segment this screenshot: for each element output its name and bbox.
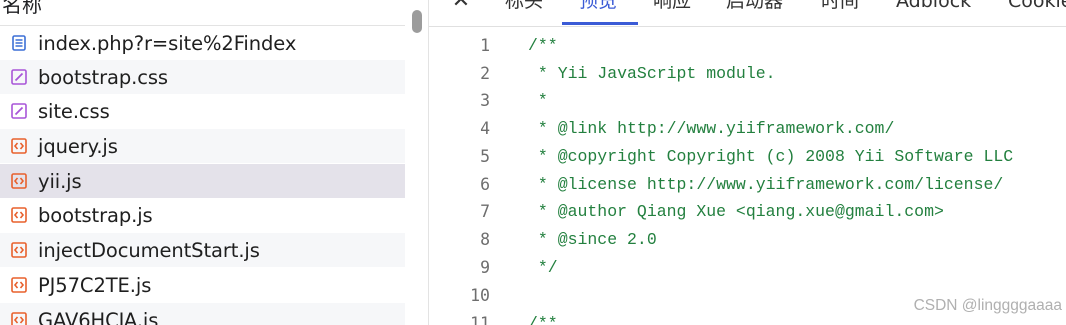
- code-line: 7 * @author Qiang Xue <qiang.xue@gmail.c…: [429, 198, 1066, 226]
- line-number: 6: [480, 175, 490, 194]
- tab-response[interactable]: 响应: [653, 0, 691, 24]
- line-text: * @copyright Copyright (c) 2008 Yii Soft…: [528, 147, 1014, 166]
- stylesheet-icon: [11, 69, 27, 85]
- line-number: 3: [480, 91, 490, 110]
- request-name: index.php?r=site%2Findex: [38, 31, 297, 55]
- code-line: 1 /**: [429, 32, 1066, 60]
- line-text: */: [528, 258, 558, 277]
- request-name: PJ57C2TE.js: [38, 273, 152, 297]
- request-row-selected[interactable]: yii.js: [0, 164, 405, 198]
- line-number: 2: [480, 64, 490, 83]
- request-row[interactable]: bootstrap.css: [0, 60, 405, 94]
- tab-initiator[interactable]: 启动器: [726, 0, 783, 24]
- preview-panel: ✕ 标头 预览 响应 启动器 时间 Adblock Cookie 1 /** 2…: [429, 0, 1066, 325]
- request-row[interactable]: injectDocumentStart.js: [0, 233, 405, 267]
- script-icon: [11, 242, 27, 258]
- line-text: * Yii JavaScript module.: [528, 64, 776, 83]
- request-name: yii.js: [38, 169, 82, 193]
- code-line: 5 * @copyright Copyright (c) 2008 Yii So…: [429, 143, 1066, 171]
- watermark: CSDN @linggggaaaa: [913, 297, 1062, 314]
- line-number: 4: [480, 119, 490, 138]
- tab-adblock[interactable]: Adblock: [896, 0, 971, 24]
- script-icon: [11, 138, 27, 154]
- request-row[interactable]: PJ57C2TE.js: [0, 268, 405, 302]
- request-list-panel: 名称 index.php?r=site%2Findex bootstrap.cs…: [0, 0, 405, 325]
- name-column-header[interactable]: 名称: [0, 0, 405, 26]
- request-name: bootstrap.js: [38, 203, 153, 227]
- stylesheet-icon: [11, 103, 27, 119]
- script-icon: [11, 173, 27, 189]
- request-name: GAV6HCJA.js: [38, 308, 159, 325]
- request-name: bootstrap.css: [38, 65, 168, 89]
- request-name: injectDocumentStart.js: [38, 238, 260, 262]
- tab-preview[interactable]: 预览: [579, 0, 617, 24]
- line-number: 8: [480, 230, 490, 249]
- tab-headers[interactable]: 标头: [505, 0, 543, 24]
- line-number: 10: [470, 286, 490, 305]
- line-text: * @license http://www.yiiframework.com/l…: [528, 175, 1004, 194]
- line-number: 7: [480, 202, 490, 221]
- close-icon[interactable]: ✕: [450, 0, 472, 16]
- request-row[interactable]: jquery.js: [0, 129, 405, 163]
- request-row[interactable]: GAV6HCJA.js: [0, 303, 405, 325]
- line-text: * @author Qiang Xue <qiang.xue@gmail.com…: [528, 202, 944, 221]
- code-line: 8 * @since 2.0: [429, 226, 1066, 254]
- active-tab-indicator: [562, 22, 638, 25]
- request-row[interactable]: site.css: [0, 94, 405, 128]
- document-icon: [11, 35, 27, 51]
- code-line: 9 */: [429, 254, 1066, 282]
- line-text: /**: [528, 36, 558, 55]
- line-text: *: [528, 91, 548, 110]
- line-text: * @link http://www.yiiframework.com/: [528, 119, 895, 138]
- line-text: * @since 2.0: [528, 230, 657, 249]
- request-row[interactable]: bootstrap.js: [0, 198, 405, 232]
- line-number: 1: [480, 36, 490, 55]
- script-icon: [11, 207, 27, 223]
- script-icon: [11, 277, 27, 293]
- line-number: 9: [480, 258, 490, 277]
- code-line: 6 * @license http://www.yiiframework.com…: [429, 171, 1066, 199]
- scrollbar-track[interactable]: [405, 0, 428, 325]
- code-line: 3 *: [429, 87, 1066, 115]
- code-line: 2 * Yii JavaScript module.: [429, 60, 1066, 88]
- line-number: 11: [470, 314, 490, 325]
- code-line: 4 * @link http://www.yiiframework.com/: [429, 115, 1066, 143]
- script-icon: [11, 312, 27, 325]
- request-row[interactable]: index.php?r=site%2Findex: [0, 26, 405, 60]
- request-name: jquery.js: [38, 134, 118, 158]
- scrollbar-thumb[interactable]: [412, 10, 422, 33]
- tab-timing[interactable]: 时间: [821, 0, 859, 24]
- tab-cookies[interactable]: Cookie: [1008, 0, 1066, 24]
- code-preview[interactable]: 1 /** 2 * Yii JavaScript module. 3 * 4 *…: [429, 30, 1066, 325]
- request-name: site.css: [38, 99, 110, 123]
- line-text: /**: [528, 314, 558, 325]
- line-number: 5: [480, 147, 490, 166]
